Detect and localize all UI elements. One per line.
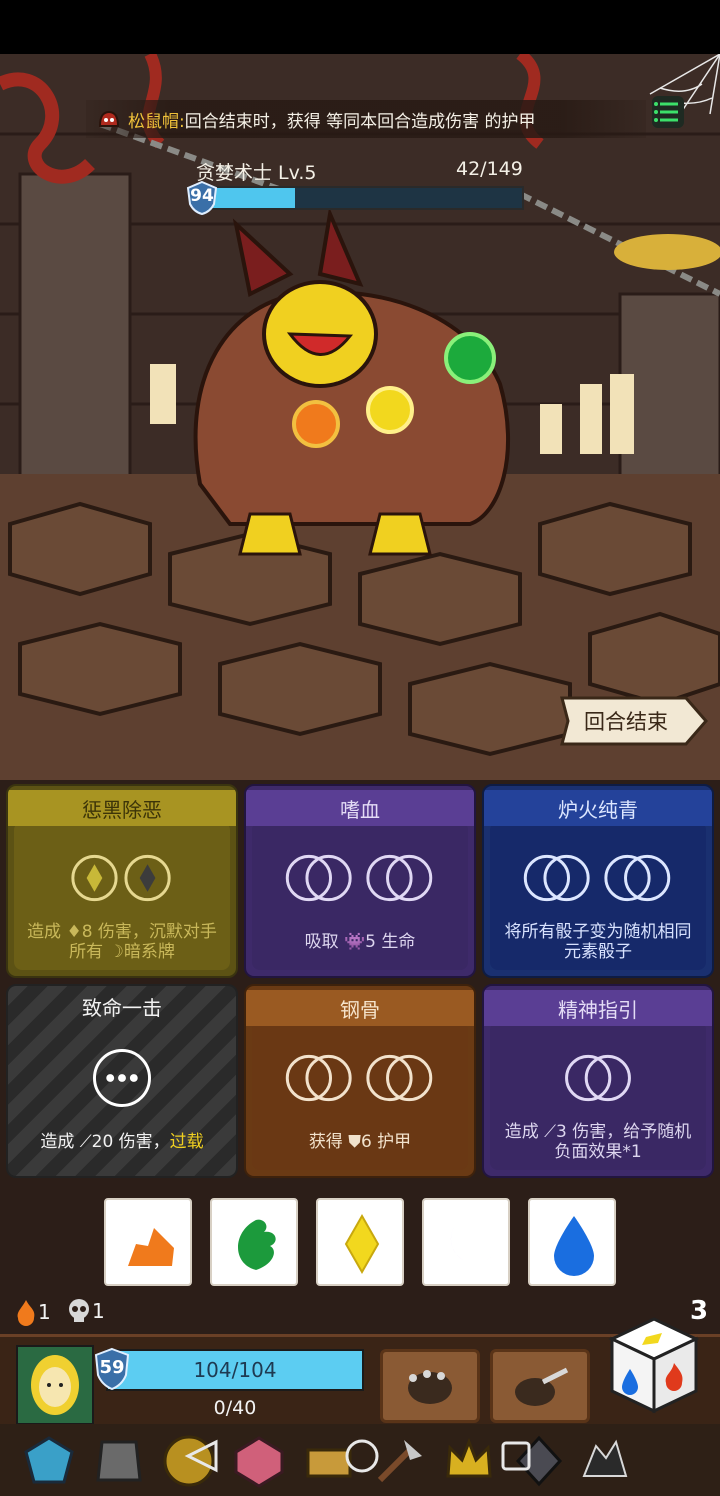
- card-perfected-flame[interactable]: 炉火纯青 将所有骰子变为随机相同 元素骰子: [482, 784, 714, 978]
- leaf-element-icon: [238, 1219, 276, 1270]
- die-water[interactable]: [528, 1198, 616, 1286]
- end-turn-label: 回合结束: [584, 710, 668, 734]
- card-title: 精神指引: [484, 990, 712, 1026]
- dice-slots: [71, 854, 171, 902]
- card-bloodthirst[interactable]: 嗜血 吸取 👾5 生命: [244, 784, 476, 978]
- more-options-icon: [93, 1049, 151, 1107]
- battle-scene: [0, 54, 720, 780]
- status-bar: [0, 0, 720, 54]
- crystal-skull-icon[interactable]: [20, 1432, 78, 1490]
- d20-dice-icon[interactable]: [230, 1432, 288, 1490]
- card-title: 炉火纯青: [484, 790, 712, 826]
- card-description: 获得 ⛊6 护甲: [308, 1132, 412, 1152]
- overload-keyword: 过载: [169, 1132, 204, 1152]
- card-steel-bone[interactable]: 钢骨 获得 ⛊6 护甲: [244, 984, 476, 1178]
- back-nav-icon[interactable]: [182, 1436, 222, 1476]
- player-xp-text: 0/40: [213, 1397, 257, 1419]
- player-xp-bar: 0/40: [106, 1393, 364, 1423]
- relic-buff-banner: 松鼠帽: 回合结束时，获得 等同本回合造成伤害 的护甲: [86, 100, 646, 138]
- card-spirit-guidance[interactable]: 精神指引 造成 ⟋3 伤害，给予随机 负面效果*1: [482, 984, 714, 1178]
- water-element-icon: [554, 1216, 594, 1276]
- fire-element-icon: [128, 1228, 174, 1266]
- card-description: 造成 ⟋20 伤害，过载: [40, 1132, 204, 1152]
- card-critical-strike[interactable]: 致命一击 造成 ⟋20 伤害，过载: [6, 984, 238, 1178]
- shadow-beast-icon[interactable]: [576, 1432, 634, 1490]
- die-fire[interactable]: [104, 1198, 192, 1286]
- reroll-dice-button[interactable]: [606, 1313, 702, 1417]
- enemy-shield-value: 94: [190, 186, 214, 206]
- burn-status[interactable]: 1: [14, 1298, 51, 1326]
- action-cards-area: 惩黑除恶 造成 ♦8 伤害，沉默对手 所有 ☽暗系牌 嗜血 吸取 👾5 生命 炉…: [0, 780, 720, 1190]
- player-hp-bar: 104/104: [106, 1349, 364, 1391]
- player-shield-badge: 59: [92, 1347, 132, 1391]
- crown-helmet-icon[interactable]: [440, 1432, 498, 1490]
- menu-list-icon[interactable]: [648, 92, 688, 132]
- dice-slots: [523, 854, 671, 902]
- skull-status[interactable]: 1: [66, 1298, 105, 1324]
- enemy-shield-badge: 94: [184, 180, 220, 216]
- player-hp-text: 104/104: [193, 1358, 277, 1382]
- die-diamond[interactable]: [316, 1198, 404, 1286]
- card-description: 造成 ♦8 伤害，沉默对手 所有 ☽暗系牌: [27, 922, 217, 962]
- home-nav-icon[interactable]: [342, 1436, 382, 1476]
- moon-element-icon: [450, 1222, 492, 1264]
- skull-icon: [69, 1299, 89, 1322]
- player-portrait: [18, 1347, 92, 1423]
- card-description: 造成 ⟋3 伤害，给予随机 负面效果*1: [504, 1122, 692, 1162]
- player-avatar[interactable]: [16, 1345, 94, 1425]
- diamond-element-icon: [344, 1213, 380, 1275]
- card-punish-evil[interactable]: 惩黑除恶 造成 ♦8 伤害，沉默对手 所有 ☽暗系牌: [6, 784, 238, 978]
- card-title: 嗜血: [246, 790, 474, 826]
- skull-count: 1: [92, 1299, 105, 1323]
- dungeon-background: [0, 54, 720, 780]
- dice-cube-icon: [608, 1317, 700, 1414]
- dice-tray: [0, 1190, 720, 1294]
- card-description: 将所有骰子变为随机相同 元素骰子: [504, 922, 692, 962]
- card-title: 惩黑除恶: [8, 790, 236, 826]
- recents-nav-icon[interactable]: [496, 1436, 536, 1476]
- dice-slots: [565, 1054, 631, 1102]
- relic-description: 回合结束时，获得 等同本回合造成伤害 的护甲: [184, 111, 536, 132]
- dice-slots: [285, 854, 433, 902]
- card-title: 致命一击: [82, 995, 162, 1020]
- card-description: 吸取 👾5 生命: [304, 932, 416, 952]
- spiked-fist-icon: [408, 1370, 452, 1404]
- skill-claw-slot[interactable]: [490, 1349, 590, 1423]
- skill-fist-slot[interactable]: [380, 1349, 480, 1423]
- squirrel-hat-icon: [98, 110, 120, 127]
- armor-icon[interactable]: [90, 1432, 148, 1490]
- die-moon[interactable]: [422, 1198, 510, 1286]
- enemy-hp-bar: [204, 186, 524, 210]
- die-leaf[interactable]: [210, 1198, 298, 1286]
- relic-name: 松鼠帽:: [128, 111, 185, 132]
- claw-icon: [515, 1367, 569, 1406]
- burn-count: 1: [38, 1300, 51, 1324]
- player-panel: 104/104 59 0/40: [0, 1317, 720, 1425]
- card-title: 钢骨: [246, 990, 474, 1026]
- dice-slots: [285, 1054, 433, 1102]
- player-shield-value: 59: [99, 1357, 125, 1378]
- flame-icon: [17, 1300, 35, 1326]
- enemy-hp-text: 42/149: [456, 158, 523, 180]
- end-turn-button[interactable]: 回合结束: [556, 694, 708, 748]
